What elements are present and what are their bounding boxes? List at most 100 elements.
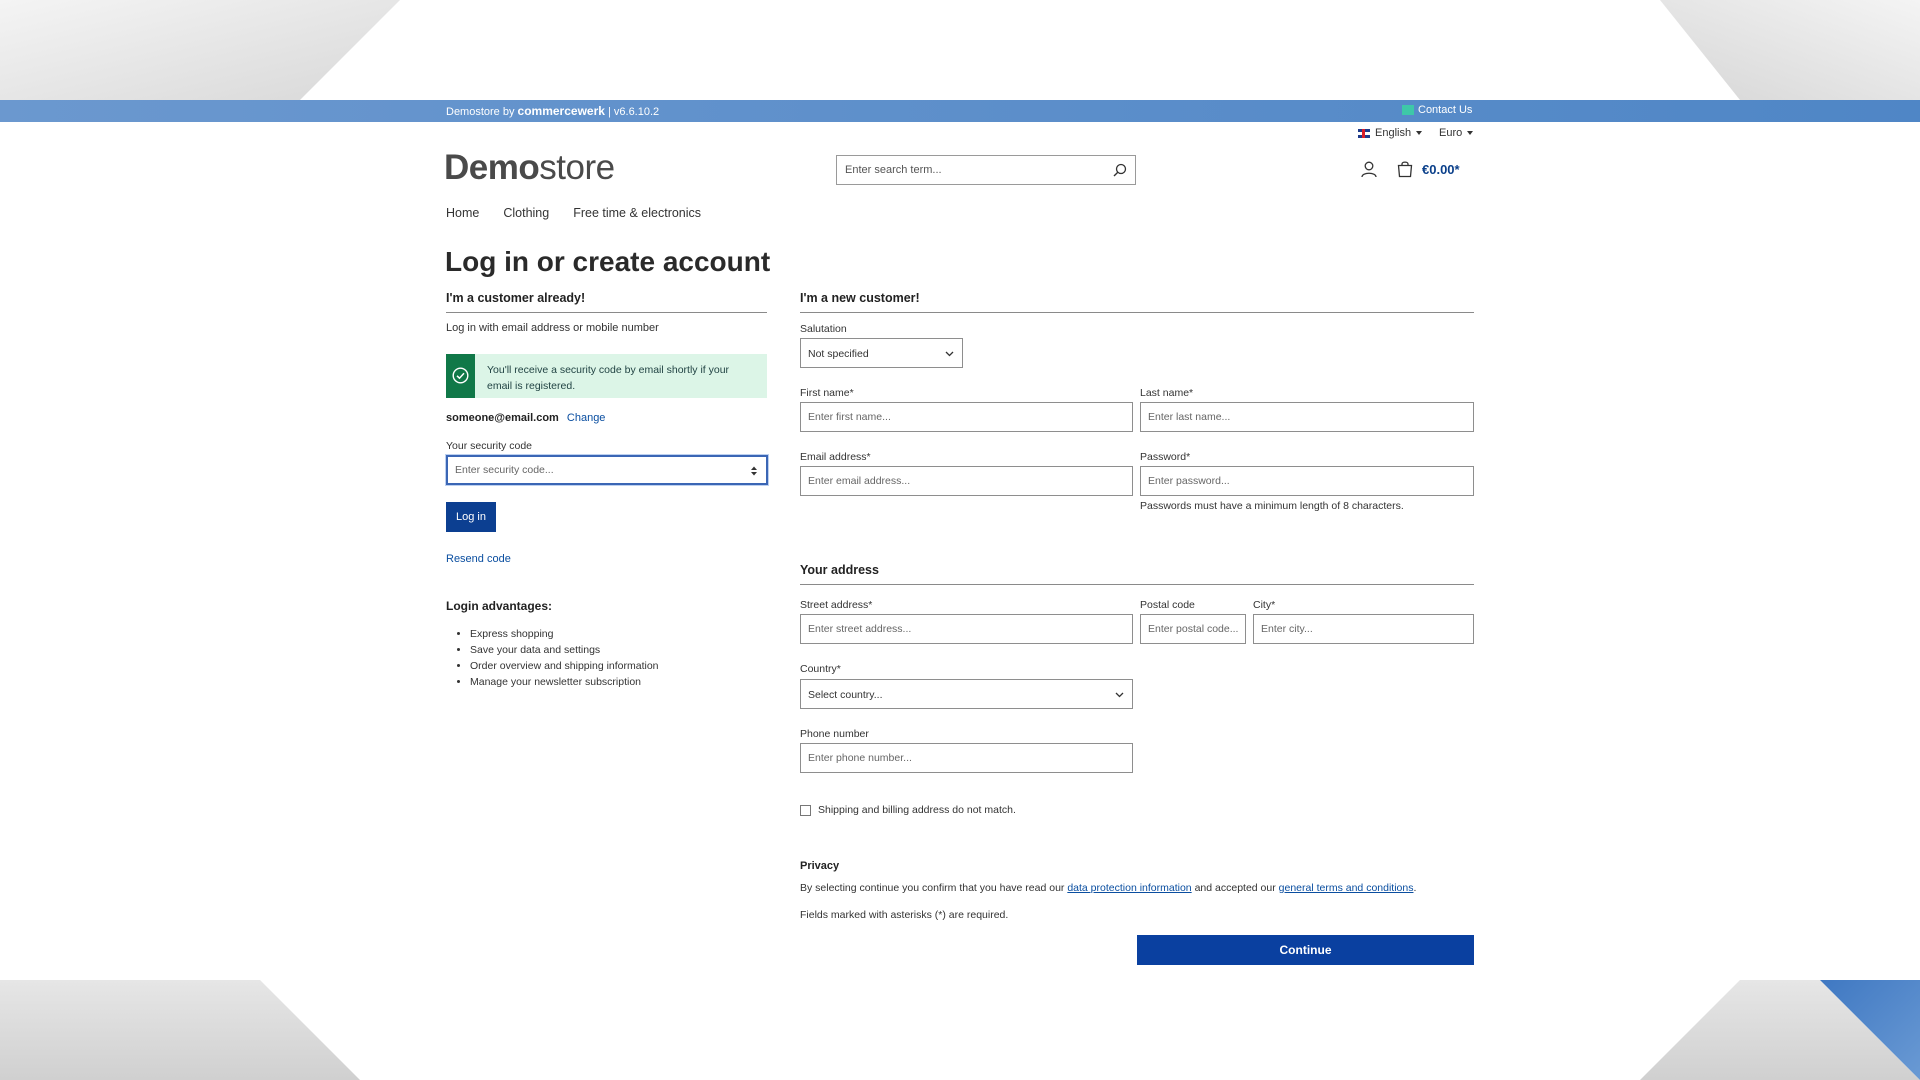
privacy-text: By selecting continue you confirm that y… xyxy=(800,882,1416,894)
last-name-label: Last name* xyxy=(1140,387,1194,399)
chevron-down-icon xyxy=(1115,692,1124,698)
store-version: Demostore by commercewerk | v6.6.10.2 xyxy=(446,104,659,118)
street-field xyxy=(800,614,1133,644)
city-input[interactable] xyxy=(1254,615,1473,643)
login-subtitle: Log in with email address or mobile numb… xyxy=(446,322,659,334)
first-name-input[interactable] xyxy=(801,403,1132,431)
caret-down-icon xyxy=(1467,131,1474,135)
list-item: Express shopping xyxy=(470,626,659,642)
resend-code-link[interactable]: Resend code xyxy=(446,553,511,565)
login-divider xyxy=(446,312,767,313)
search-input[interactable] xyxy=(837,156,1103,184)
phone-label: Phone number xyxy=(800,728,869,740)
last-name-field xyxy=(1140,402,1474,432)
list-item: Manage your newsletter subscription xyxy=(470,674,659,690)
privacy-text-mid: and accepted our xyxy=(1191,882,1279,894)
email-label: Email address* xyxy=(800,451,871,463)
contact-us-link[interactable]: Contact Us xyxy=(1402,104,1472,116)
search-box xyxy=(836,155,1136,185)
salutation-label: Salutation xyxy=(800,323,847,335)
contact-us-label: Contact Us xyxy=(1418,104,1473,116)
login-advantages-list: Express shopping Save your data and sett… xyxy=(450,626,659,690)
postal-code-field xyxy=(1140,614,1246,644)
language-label: English xyxy=(1375,127,1412,139)
password-input[interactable] xyxy=(1141,467,1473,495)
stepper-icon[interactable] xyxy=(750,465,758,477)
shipping-address-checkbox[interactable] xyxy=(800,805,811,816)
street-input[interactable] xyxy=(801,615,1132,643)
address-section-title: Your address xyxy=(800,563,879,577)
required-fields-note: Fields marked with asterisks (*) are req… xyxy=(800,909,1009,921)
salutation-value: Not specified xyxy=(808,348,869,360)
city-field xyxy=(1253,614,1474,644)
security-code-input[interactable] xyxy=(448,457,766,483)
login-email-line: someone@email.com Change xyxy=(446,412,605,424)
currency-switcher[interactable]: Euro xyxy=(1439,127,1474,139)
salutation-select[interactable]: Not specified xyxy=(800,338,963,368)
main-navigation: Home Clothing Free time & electronics xyxy=(446,206,725,220)
password-help-text: Passwords must have a minimum length of … xyxy=(1140,500,1404,512)
security-code-notice: You'll receive a security code by email … xyxy=(446,354,767,398)
screen-frame: Demostore by commercewerk | v6.6.10.2 Co… xyxy=(0,0,1920,1080)
login-advantages-title: Login advantages: xyxy=(446,599,553,613)
list-item: Save your data and settings xyxy=(470,642,659,658)
phone-input[interactable] xyxy=(801,744,1132,772)
street-label: Street address* xyxy=(800,599,873,611)
cart-total[interactable]: €0.00* xyxy=(1422,162,1460,177)
top-bar: Demostore by commercewerk | v6.6.10.2 Co… xyxy=(0,100,1920,122)
change-email-link[interactable]: Change xyxy=(567,412,606,424)
security-code-field xyxy=(446,455,768,485)
logo-bold-text: Demo xyxy=(444,148,540,187)
login-button[interactable]: Log in xyxy=(446,502,496,532)
login-email: someone@email.com xyxy=(446,412,559,424)
password-label: Password* xyxy=(1140,451,1191,463)
privacy-title: Privacy xyxy=(800,860,840,872)
chevron-down-icon xyxy=(945,351,954,357)
email-input[interactable] xyxy=(801,467,1132,495)
notice-message: You'll receive a security code by email … xyxy=(487,364,730,392)
notice-icon-bar xyxy=(446,354,475,398)
shipping-address-checkbox-label[interactable]: Shipping and billing address do not matc… xyxy=(818,804,1016,816)
city-label: City* xyxy=(1253,599,1276,611)
country-select[interactable]: Select country... xyxy=(800,679,1133,709)
last-name-input[interactable] xyxy=(1141,403,1473,431)
page-content xyxy=(0,100,1920,980)
postal-code-input[interactable] xyxy=(1141,615,1245,643)
caret-down-icon xyxy=(1416,131,1423,135)
email-field xyxy=(800,466,1133,496)
privacy-text-pre: By selecting continue you confirm that y… xyxy=(800,882,1068,894)
uk-flag-icon xyxy=(1358,128,1370,138)
account-icon[interactable] xyxy=(1360,160,1378,178)
country-label: Country* xyxy=(800,663,841,675)
version-text: | v6.6.10.2 xyxy=(604,106,660,118)
nav-item-clothing[interactable]: Clothing xyxy=(503,206,549,220)
language-switcher[interactable]: English xyxy=(1358,127,1423,139)
brand-prefix: Demostore by xyxy=(446,106,518,118)
nav-item-free-time-electronics[interactable]: Free time & electronics xyxy=(573,206,701,220)
security-code-label: Your security code xyxy=(446,440,532,452)
first-name-field xyxy=(800,402,1133,432)
first-name-label: First name* xyxy=(800,387,854,399)
cart-icon[interactable] xyxy=(1396,160,1414,178)
address-divider xyxy=(800,584,1474,585)
login-section-title: I'm a customer already! xyxy=(446,291,586,305)
page-title: Log in or create account xyxy=(445,246,771,277)
brand-name: commercewerk xyxy=(517,104,605,118)
data-protection-link[interactable]: data protection information xyxy=(1067,882,1191,894)
nav-item-home[interactable]: Home xyxy=(446,206,479,220)
postal-code-label: Postal code xyxy=(1140,599,1195,611)
country-value: Select country... xyxy=(808,689,883,701)
contact-icon xyxy=(1402,105,1414,115)
search-icon[interactable] xyxy=(1113,163,1127,177)
logo-light-text: store xyxy=(539,148,615,187)
list-item: Order overview and shipping information xyxy=(470,658,659,674)
currency-label: Euro xyxy=(1439,127,1463,139)
phone-field xyxy=(800,743,1133,773)
privacy-text-post: . xyxy=(1413,882,1417,894)
terms-link[interactable]: general terms and conditions xyxy=(1279,882,1414,894)
store-logo[interactable]: Demostore xyxy=(444,148,615,188)
register-divider xyxy=(800,312,1474,313)
password-field xyxy=(1140,466,1474,496)
check-circle-icon xyxy=(452,367,469,384)
continue-button[interactable]: Continue xyxy=(1137,935,1474,965)
